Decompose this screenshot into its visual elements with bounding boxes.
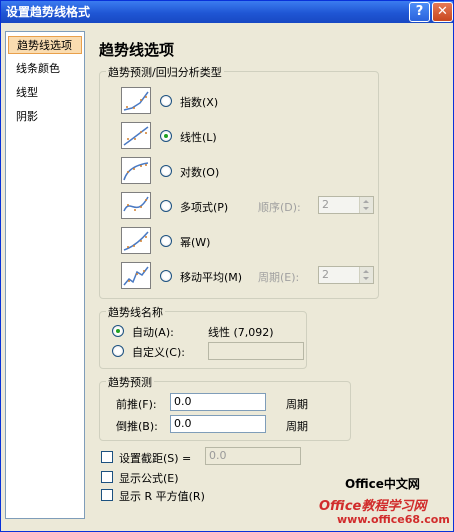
power-radio[interactable] [160, 235, 172, 247]
sidebar-item-trendline-options[interactable]: 趋势线选项 [8, 36, 82, 54]
sidebar: 趋势线选项 线条颜色 线型 阴影 [5, 31, 85, 519]
polynomial-trend-icon [121, 192, 151, 219]
sidebar-item-shadow[interactable]: 阴影 [8, 108, 82, 126]
help-button[interactable]: ? [409, 2, 430, 22]
display-r-squared-label: 显示 R 平方值(R) [119, 490, 205, 503]
auto-name-label: 自动(A): [132, 326, 174, 339]
title-bar: 设置趋势线格式 ? ✕ [1, 1, 453, 23]
period-label: 周期(E): [258, 271, 300, 284]
set-intercept-label: 设置截距(S) = [119, 452, 192, 465]
exponential-radio[interactable] [160, 95, 172, 107]
polynomial-label: 多项式(P) [180, 201, 229, 214]
logarithmic-radio[interactable] [160, 165, 172, 177]
period-spinner-arrows[interactable] [359, 267, 373, 283]
moving-average-icon [121, 262, 151, 289]
auto-name-radio[interactable] [112, 325, 124, 337]
moving-average-label: 移动平均(M) [180, 271, 243, 284]
power-label: 幂(W) [180, 236, 211, 249]
logarithmic-label: 对数(O) [180, 166, 220, 179]
power-trend-icon [121, 227, 151, 254]
forward-unit: 周期 [286, 398, 308, 411]
linear-label: 线性(L) [180, 131, 217, 144]
linear-radio[interactable] [160, 130, 172, 142]
watermark-office-tutorial: Office教程学习网 [319, 499, 427, 514]
custom-name-label: 自定义(C): [132, 346, 185, 359]
close-button[interactable]: ✕ [432, 2, 453, 22]
linear-trend-icon [121, 122, 151, 149]
page-title: 趋势线选项 [99, 41, 175, 59]
sidebar-item-line-color[interactable]: 线条颜色 [8, 60, 82, 78]
trendline-name-group: 趋势线名称 自动(A): 线性 (7,092) 自定义(C): [99, 304, 307, 369]
display-equation-label: 显示公式(E) [119, 472, 179, 485]
period-value: 2 [322, 268, 329, 281]
intercept-input[interactable]: 0.0 [205, 447, 301, 465]
custom-name-input[interactable] [208, 342, 304, 360]
logarithmic-trend-icon [121, 157, 151, 184]
order-label: 顺序(D): [258, 201, 301, 214]
regression-group-label: 趋势预测/回归分析类型 [106, 64, 224, 80]
auto-name-value: 线性 (7,092) [208, 326, 274, 339]
format-trendline-dialog: 设置趋势线格式 ? ✕ 趋势线选项 线条颜色 线型 阴影 趋势线选项 趋势预测/… [0, 0, 454, 532]
order-value: 2 [322, 198, 329, 211]
backward-label: 倒推(B): [116, 420, 158, 433]
set-intercept-checkbox[interactable] [101, 451, 113, 463]
forward-input[interactable]: 0.0 [170, 393, 266, 411]
content-panel: 趋势线选项 趋势预测/回归分析类型 指数(X) 线性(L) 对数(O) 多项式( [91, 31, 451, 529]
order-spinner[interactable]: 2 [318, 196, 374, 214]
display-equation-checkbox[interactable] [101, 471, 113, 483]
dialog-title: 设置趋势线格式 [6, 5, 91, 19]
forward-label: 前推(F): [116, 398, 157, 411]
backward-unit: 周期 [286, 420, 308, 433]
exponential-trend-icon [121, 87, 151, 114]
moving-average-radio[interactable] [160, 270, 172, 282]
period-spinner[interactable]: 2 [318, 266, 374, 284]
forecast-group: 趋势预测 前推(F): 0.0 周期 倒推(B): 0.0 周期 [99, 374, 351, 441]
order-spinner-arrows[interactable] [359, 197, 373, 213]
exponential-label: 指数(X) [180, 96, 219, 109]
backward-input[interactable]: 0.0 [170, 415, 266, 433]
watermark-url: www.office68.com [337, 513, 450, 526]
polynomial-radio[interactable] [160, 200, 172, 212]
forecast-group-label: 趋势预测 [106, 374, 154, 390]
display-r-squared-checkbox[interactable] [101, 489, 113, 501]
watermark-office-cn: Office中文网 [345, 477, 420, 491]
custom-name-radio[interactable] [112, 345, 124, 357]
regression-type-group: 趋势预测/回归分析类型 指数(X) 线性(L) 对数(O) 多项式(P) 顺序(… [99, 64, 379, 299]
trendline-name-group-label: 趋势线名称 [106, 304, 165, 320]
sidebar-item-line-style[interactable]: 线型 [8, 84, 82, 102]
